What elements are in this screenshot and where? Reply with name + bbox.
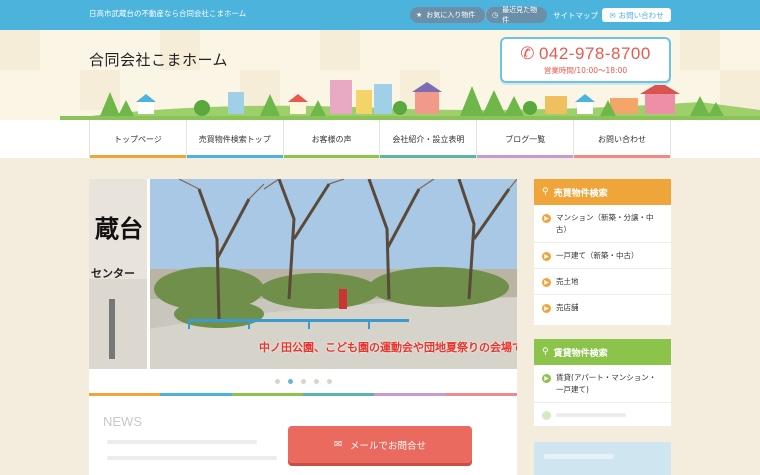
nav-label: ブログ一覧	[505, 134, 546, 144]
nav-label: 売買物件検索トップ	[198, 134, 271, 144]
company-logo[interactable]: 合同会社こまホーム	[89, 49, 228, 70]
nav-item-top[interactable]: トップページ	[89, 120, 187, 158]
sale-search-header: ⚲ 売買物件検索	[534, 179, 671, 205]
rent-item-label: 賃貸(アパート・マンション・一戸建て)	[556, 373, 657, 394]
sign-subtext: センター	[91, 267, 135, 280]
search-icon: ⚲	[542, 347, 549, 357]
nav-item-sale-search[interactable]: 売買物件検索トップ	[186, 120, 284, 158]
phone-number-row: ✆ 042-978-8700	[502, 44, 669, 64]
sale-item-label: 一戸建て（新築・中古）	[556, 251, 639, 260]
sale-item-mansion[interactable]: ▶ マンション（新築・分譲・中古）	[534, 205, 671, 243]
slider-caption: 中ノ田公園、こども園の運動会や団地夏祭りの会場で	[259, 341, 517, 354]
sale-item-store[interactable]: ▶ 売店舗	[534, 295, 671, 320]
phone-box[interactable]: ✆ 042-978-8700 営業時間/10:00～18:00	[500, 37, 671, 83]
slider-dot[interactable]	[274, 378, 280, 384]
sale-item-label: 売店舗	[556, 303, 579, 312]
slider-dot-active[interactable]	[287, 378, 293, 384]
sale-search-box: ⚲ 売買物件検索 ▶ マンション（新築・分譲・中古） ▶ 一戸建て（新築・中古） ▶…	[534, 179, 671, 325]
main-nav: トップページ 売買物件検索トップ お客様の声 会社紹介・設立表明 ブログ一覧 お…	[89, 120, 671, 158]
nav-item-company[interactable]: 会社紹介・設立表明	[380, 120, 478, 158]
favorites-button[interactable]: ★ お気に入り物件	[410, 7, 485, 23]
phone-icon: ✆	[520, 44, 535, 63]
faded-bullet	[542, 410, 551, 420]
slider-dot[interactable]	[326, 378, 332, 384]
faded-line	[556, 413, 626, 417]
sale-item-house[interactable]: ▶ 一戸建て（新築・中古）	[534, 243, 671, 269]
sale-search-title: 売買物件検索	[553, 188, 608, 199]
slider-dot[interactable]	[300, 378, 306, 384]
chevron-right-icon: ▶	[542, 252, 551, 261]
nav-label: お客様の声	[311, 134, 352, 144]
slider-dot[interactable]	[313, 378, 319, 384]
sign-text: 蔵台	[95, 215, 143, 243]
phone-number: 042-978-8700	[538, 44, 651, 63]
rent-search-header: ⚲ 賃貸物件検索	[534, 339, 671, 365]
star-icon: ★	[416, 11, 423, 19]
contact-link[interactable]: ✉ お問い合わせ	[602, 8, 671, 22]
sale-item-land[interactable]: ▶ 売土地	[534, 269, 671, 295]
sitemap-link[interactable]: サイトマップ	[553, 10, 598, 21]
nav-label: 会社紹介・設立表明	[392, 134, 465, 144]
nav-label: お問い合わせ	[598, 134, 647, 144]
news-title: NEWS	[103, 414, 142, 429]
sale-item-label: マンション（新築・分譲・中古）	[556, 213, 654, 234]
clock-icon: ◷	[492, 11, 499, 19]
rent-item-faded	[542, 410, 663, 420]
recent-button[interactable]: ◷ 最近見た物件	[485, 6, 547, 24]
contact-label: お問い合わせ	[618, 10, 664, 20]
favorites-label: お気に入り物件	[426, 11, 476, 19]
sale-item-label: 売土地	[556, 277, 579, 286]
chevron-right-icon: ▶	[542, 278, 551, 287]
rent-item-all[interactable]: ▶ 賃貸(アパート・マンション・一戸建て)	[534, 365, 671, 403]
news-line	[107, 440, 257, 444]
nav-item-blog[interactable]: ブログ一覧	[477, 120, 575, 158]
chevron-right-icon: ▶	[542, 304, 551, 313]
rent-search-title: 賃貸物件検索	[553, 348, 608, 359]
faded-header-line	[544, 454, 614, 459]
site-tagline: 日高市武蔵台の不動産なら合同会社こまホーム	[89, 9, 247, 18]
recent-label: 最近見た物件	[502, 6, 538, 24]
third-sidebar-box	[534, 442, 671, 475]
news-line	[107, 456, 277, 460]
nav-item-contact[interactable]: お問い合わせ	[574, 120, 671, 158]
site-header: 合同会社こまホーム ✆ 042-978-8700 営業時間/10:00～18:0…	[0, 30, 760, 120]
mail-icon: ✉	[334, 439, 342, 450]
mail-button-label: メールでお問合せ	[349, 440, 426, 452]
rent-search-box: ⚲ 賃貸物件検索 ▶ 賃貸(アパート・マンション・一戸建て)	[534, 339, 671, 426]
search-icon: ⚲	[542, 187, 549, 197]
top-bar: 日高市武蔵台の不動産なら合同会社こまホーム ★ お気に入り物件 ◷ 最近見た物件…	[0, 0, 760, 30]
hero-slider[interactable]: 蔵台 センター 中ノ田公園、こども園の運動会や団地夏祭りの会場で	[89, 179, 517, 369]
business-hours: 営業時間/10:00～18:00	[543, 66, 628, 75]
chevron-right-icon: ▶	[542, 374, 551, 383]
slider-dots	[89, 369, 517, 393]
chevron-right-icon: ▶	[542, 214, 551, 223]
nav-item-voices[interactable]: お客様の声	[283, 120, 381, 158]
mail-icon: ✉	[609, 10, 616, 20]
nav-label: トップページ	[113, 134, 162, 144]
mail-inquiry-button[interactable]: ✉ メールでお問合せ	[288, 426, 472, 463]
